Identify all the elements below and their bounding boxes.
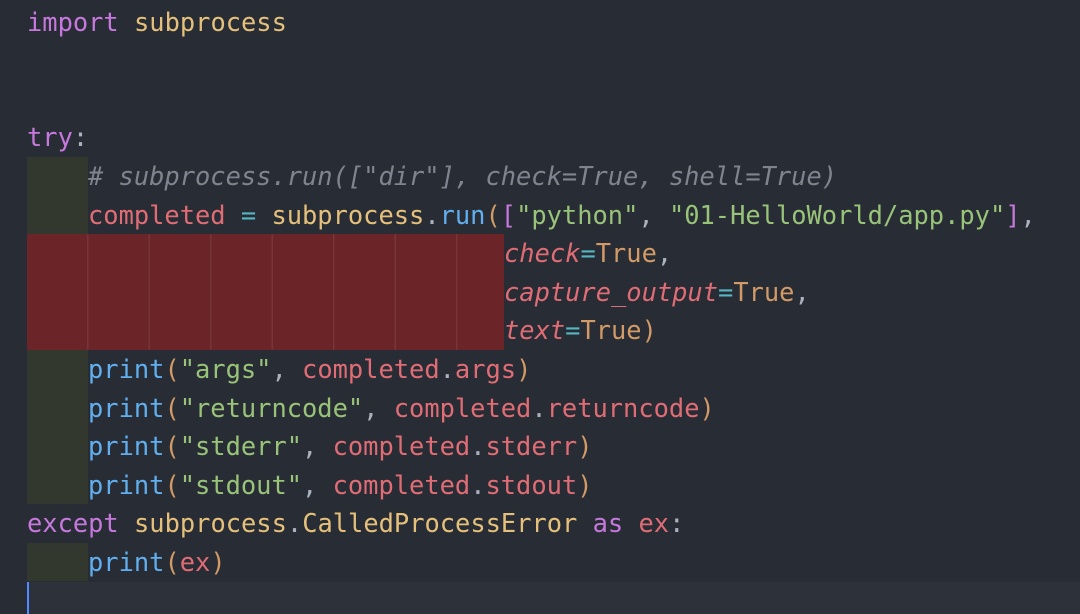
indent-guide: [27, 542, 88, 581]
code-line-14-text: except subprocess.CalledProcessError as …: [27, 508, 685, 538]
text-cursor: [27, 582, 29, 614]
indent-guide: [27, 157, 88, 196]
code-line-7[interactable]: check=True,: [0, 234, 1080, 273]
code-line-4[interactable]: try:: [0, 118, 1080, 157]
current-line-highlight: [27, 582, 1080, 614]
error-highlight: [27, 234, 504, 273]
code-line-8[interactable]: capture_output=True,: [0, 272, 1080, 311]
code-line-9[interactable]: text=True): [0, 311, 1080, 350]
code-line-1-text: import subprocess: [27, 7, 287, 37]
indent-guide: [27, 427, 88, 466]
code-line-13-text: print("stdout", completed.stdout): [88, 469, 593, 500]
code-line-6[interactable]: completed = subprocess.run(["python", "0…: [0, 196, 1080, 235]
code-line-11-text: print("returncode", completed.returncode…: [88, 392, 715, 423]
code-line-4-text: try:: [27, 122, 89, 152]
indent-guide: [27, 388, 88, 427]
code-line-15[interactable]: print(ex): [0, 542, 1080, 581]
comment: # subprocess.run(["dir"], check=True, sh…: [88, 161, 838, 191]
indent-guide: [27, 465, 88, 504]
code-line-5-text: # subprocess.run(["dir"], check=True, sh…: [88, 157, 837, 196]
indent-guide: [27, 350, 88, 389]
code-line-13[interactable]: print("stdout", completed.stdout): [0, 465, 1080, 504]
indent-guide: [27, 196, 88, 235]
error-highlight: [27, 272, 504, 311]
code-line-10[interactable]: print("args", completed.args): [0, 350, 1080, 389]
code-line-8-text: capture_output=True,: [504, 276, 810, 307]
error-highlight: [27, 311, 504, 350]
code-line-7-text: check=True,: [504, 238, 673, 268]
code-line-14[interactable]: except subprocess.CalledProcessError as …: [0, 504, 1080, 543]
code-editor[interactable]: import subprocess try: # subprocess.run(…: [0, 0, 1080, 614]
code-line-11[interactable]: print("returncode", completed.returncode…: [0, 388, 1080, 427]
code-line-15-text: print(ex): [88, 546, 226, 577]
code-line-12[interactable]: print("stderr", completed.stderr): [0, 427, 1080, 466]
code-line-12-text: print("stderr", completed.stderr): [88, 431, 593, 461]
code-line-6-text: completed = subprocess.run(["python", "0…: [88, 200, 1036, 230]
code-line-10-text: print("args", completed.args): [88, 354, 532, 384]
code-line-9-text: text=True): [504, 315, 657, 345]
code-line-5[interactable]: # subprocess.run(["dir"], check=True, sh…: [0, 157, 1080, 196]
code-line-1[interactable]: import subprocess: [0, 3, 1080, 42]
